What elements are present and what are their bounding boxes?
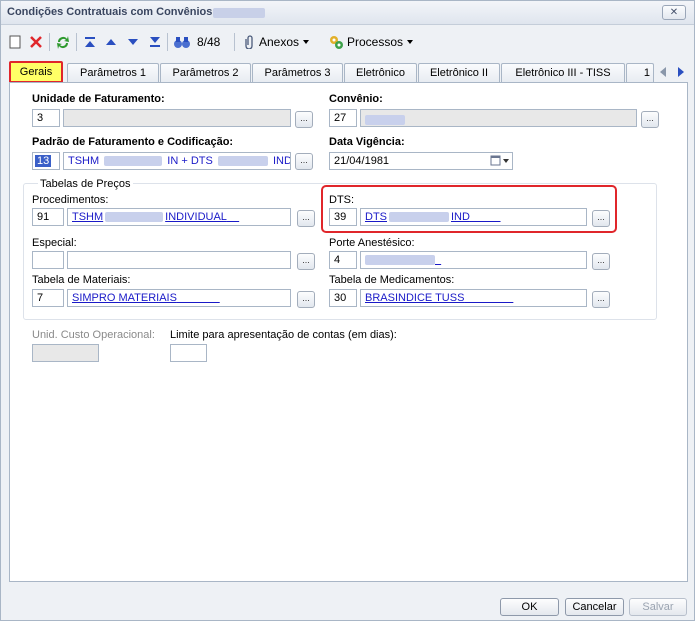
tab-parametros-1[interactable]: Parâmetros 1 xyxy=(67,63,159,83)
materiais-lookup-button[interactable]: ... xyxy=(297,291,315,308)
materiais-code-field[interactable]: 7 xyxy=(32,289,64,307)
binoculars-icon[interactable] xyxy=(173,32,191,52)
tabelas-legend: Tabelas de Preços xyxy=(38,178,133,190)
tab-scroll-arrows xyxy=(655,64,691,81)
unidade-code-field[interactable]: 3 xyxy=(32,109,60,127)
porte-label: Porte Anestésico: xyxy=(329,237,415,249)
medicamentos-lookup-button[interactable]: ... xyxy=(592,291,610,308)
convenio-code-field[interactable]: 27 xyxy=(329,109,357,127)
tab-parametros-3[interactable]: Parâmetros 3 xyxy=(252,63,343,83)
tab-eletronico-iii-tiss[interactable]: Eletrônico III - TISS xyxy=(501,63,625,83)
dts-name-field: DTS IND xyxy=(360,208,587,226)
unidade-name-field xyxy=(63,109,291,127)
cancel-button[interactable]: Cancelar xyxy=(565,598,624,616)
padrao-lookup-button[interactable]: ... xyxy=(295,153,313,170)
chevron-down-icon xyxy=(303,40,310,44)
medicamentos-label: Tabela de Medicamentos: xyxy=(329,274,455,286)
paperclip-icon xyxy=(245,35,253,49)
refresh-icon[interactable] xyxy=(55,32,71,52)
tab-eletronico-ii[interactable]: Eletrônico II xyxy=(418,63,500,83)
tab-overflow[interactable]: 1 xyxy=(626,63,654,83)
porte-name-field xyxy=(360,251,587,269)
procedimentos-name-field: TSHM INDIVIDUAL xyxy=(67,208,291,226)
dts-label: DTS: xyxy=(329,194,355,206)
porte-lookup-button[interactable]: ... xyxy=(592,253,610,270)
especial-label: Especial: xyxy=(32,237,77,249)
previous-record-icon[interactable] xyxy=(105,32,117,52)
title-redacted xyxy=(213,8,265,18)
padrao-name-field: TSHM IN + DTS IND xyxy=(63,152,291,170)
vigencia-label: Data Vigência: xyxy=(329,136,405,148)
tab-eletronico[interactable]: Eletrônico xyxy=(344,63,417,83)
especial-code-field[interactable] xyxy=(32,251,64,269)
window-title: Condições Contratuais com Convênios: xyxy=(7,6,217,18)
new-icon[interactable] xyxy=(9,32,21,52)
scroll-right-icon[interactable] xyxy=(673,64,689,80)
procedimentos-code-field[interactable]: 91 xyxy=(32,208,64,226)
calendar-dropdown-icon[interactable] xyxy=(490,154,512,168)
title-bar: Condições Contratuais com Convênios: ✕ xyxy=(1,1,694,25)
materiais-label: Tabela de Materiais: xyxy=(32,274,131,286)
unidade-lookup-button[interactable]: ... xyxy=(295,111,313,128)
anexos-menu[interactable]: Anexos xyxy=(242,32,313,52)
convenio-lookup-button[interactable]: ... xyxy=(641,111,659,128)
close-button[interactable]: ✕ xyxy=(662,5,686,20)
padrao-label: Padrão de Faturamento e Codificação: xyxy=(32,136,234,148)
custo-label: Unid. Custo Operacional: xyxy=(32,329,155,341)
chevron-down-icon xyxy=(407,40,414,44)
procedimentos-lookup-button[interactable]: ... xyxy=(297,210,315,227)
convenio-name-field xyxy=(360,109,637,127)
processos-menu[interactable]: Processos xyxy=(328,32,417,52)
processos-label: Processos xyxy=(347,35,404,49)
next-record-icon[interactable] xyxy=(127,32,139,52)
last-record-icon[interactable] xyxy=(148,32,162,52)
especial-name-field xyxy=(67,251,291,269)
tab-gerais[interactable]: Gerais xyxy=(9,61,63,83)
dialog-window: Condições Contratuais com Convênios: ✕ 8… xyxy=(0,0,695,621)
convenio-label: Convênio: xyxy=(329,93,383,105)
convenio-name-redacted xyxy=(365,114,405,125)
dts-lookup-button[interactable]: ... xyxy=(592,210,610,227)
procedimentos-label: Procedimentos: xyxy=(32,194,109,206)
gears-icon xyxy=(330,36,343,49)
limite-field[interactable] xyxy=(170,344,207,362)
toolbar: 8/48 Anexos Processos xyxy=(1,28,694,56)
medicamentos-code-field[interactable]: 30 xyxy=(329,289,357,307)
dts-code-field[interactable]: 39 xyxy=(329,208,357,226)
custo-field xyxy=(32,344,99,362)
delete-icon[interactable] xyxy=(29,32,43,52)
save-button[interactable]: Salvar xyxy=(629,598,687,616)
vigencia-date-field[interactable]: 21/04/1981 xyxy=(329,152,513,170)
first-record-icon[interactable] xyxy=(83,32,97,52)
padrao-code-field[interactable]: 13 xyxy=(32,152,60,170)
scroll-left-icon[interactable] xyxy=(655,64,671,80)
materiais-name-field: SIMPRO MATERIAIS xyxy=(67,289,291,307)
ok-button[interactable]: OK xyxy=(500,598,559,616)
porte-code-field[interactable]: 4 xyxy=(329,251,357,269)
unidade-label: Unidade de Faturamento: xyxy=(32,93,165,105)
anexos-label: Anexos xyxy=(259,35,300,49)
medicamentos-name-field: BRASINDICE TUSS xyxy=(360,289,587,307)
tab-parametros-2[interactable]: Parâmetros 2 xyxy=(160,63,251,83)
limite-label: Limite para apresentação de contas (em d… xyxy=(170,329,397,341)
tab-strip: Gerais Parâmetros 1 Parâmetros 2 Parâmet… xyxy=(5,61,693,83)
especial-lookup-button[interactable]: ... xyxy=(297,253,315,270)
record-counter: 8/48 xyxy=(197,35,221,49)
